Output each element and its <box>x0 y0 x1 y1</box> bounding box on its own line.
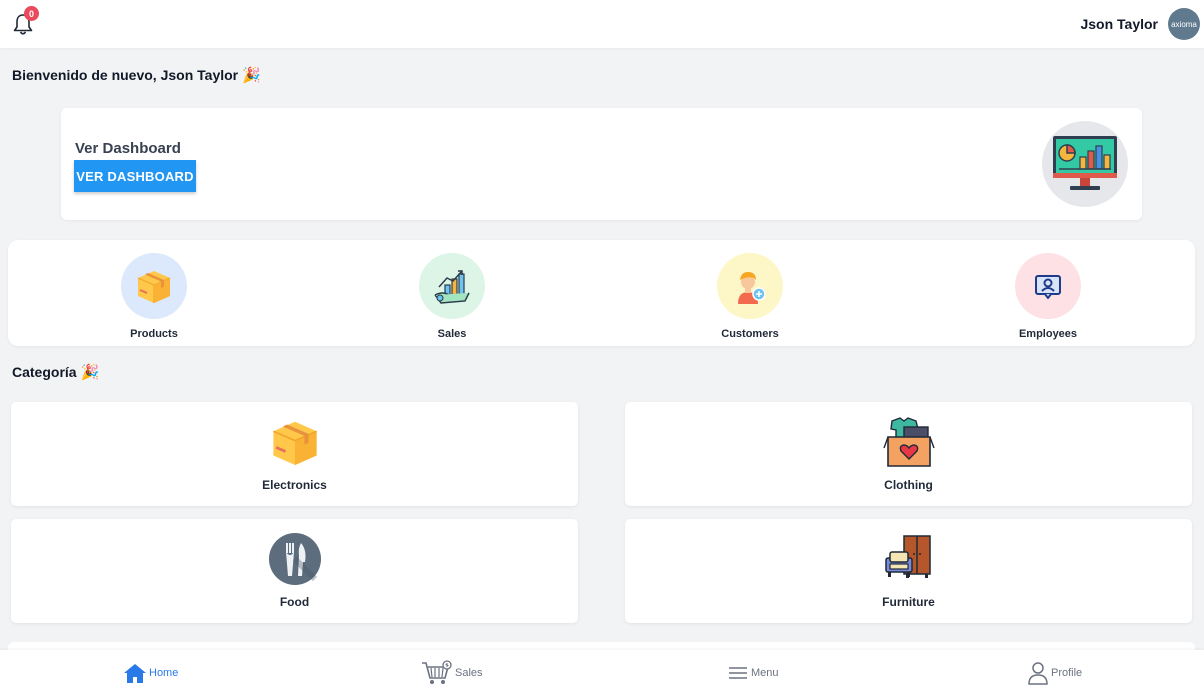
quick-link-label: Products <box>130 328 178 340</box>
category-icon <box>267 414 323 470</box>
quick-link-employees-bg <box>1015 253 1081 319</box>
sales-growth-icon <box>434 270 470 304</box>
quick-link-products[interactable]: Products <box>94 253 214 340</box>
category-card-furniture[interactable]: Furniture <box>625 519 1192 623</box>
monitor-chart-icon <box>1053 136 1117 190</box>
nav-profile[interactable]: Profile <box>1027 660 1082 686</box>
quick-link-sales-bg <box>419 253 485 319</box>
party-icon: 🎉 <box>242 67 261 84</box>
quick-link-sales[interactable]: Sales <box>392 253 512 340</box>
nav-label: Menu <box>751 667 779 679</box>
categories-heading: Categoría 🎉 <box>12 363 99 381</box>
dashboard-illustration <box>1042 121 1128 207</box>
dashboard-card: Ver Dashboard VER DASHBOARD <box>61 108 1142 220</box>
user-icon <box>1028 662 1048 685</box>
quick-link-label: Customers <box>721 328 779 340</box>
party-icon: 🎉 <box>80 364 100 381</box>
notification-badge: 0 <box>24 6 39 21</box>
quick-link-customers-bg <box>717 253 783 319</box>
quick-link-employees[interactable]: Employees <box>988 253 1108 340</box>
notifications-button[interactable]: 0 <box>12 6 39 36</box>
dashboard-title: Ver Dashboard <box>75 140 181 157</box>
quick-link-label: Employees <box>1018 328 1078 340</box>
category-icon <box>881 414 937 470</box>
quick-link-label: Sales <box>437 328 467 340</box>
box-icon <box>137 271 171 303</box>
nav-menu[interactable]: Menu <box>727 660 779 686</box>
box-icon <box>272 421 317 465</box>
view-dashboard-button[interactable]: VER DASHBOARD <box>74 160 196 192</box>
quick-link-customers[interactable]: Customers <box>690 253 810 340</box>
nav-label: Profile <box>1051 667 1083 679</box>
furniture-icon <box>884 535 931 578</box>
welcome-heading: Bienvenido de nuevo, Json Taylor 🎉 <box>12 66 261 84</box>
category-card-food[interactable]: Food <box>11 519 578 623</box>
quick-link-products-bg <box>121 253 187 319</box>
categories-title: Categoría <box>12 364 77 380</box>
top-bar: 0 Json Taylor axioma <box>0 0 1204 48</box>
nav-sales[interactable]: Sales <box>421 660 483 686</box>
nav-label: Home <box>149 667 179 679</box>
menu-icon <box>729 667 747 679</box>
category-label: Electronics <box>262 478 327 492</box>
user-name: Json Taylor <box>1080 16 1158 32</box>
welcome-text: Bienvenido de nuevo, Json Taylor <box>12 67 239 83</box>
avatar[interactable]: axioma <box>1168 8 1200 40</box>
nav-home[interactable]: Home <box>123 660 178 686</box>
bottom-navigation: Home Sales Menu Profile <box>0 650 1204 695</box>
category-label: Clothing <box>884 478 933 492</box>
cart-icon <box>422 660 452 684</box>
clothing-box-icon <box>882 417 935 467</box>
category-icon <box>881 531 937 587</box>
customer-add-icon <box>738 272 766 304</box>
employee-badge-icon <box>1035 275 1061 299</box>
category-label: Food <box>279 595 310 609</box>
category-card-clothing[interactable]: Clothing <box>625 402 1192 506</box>
quick-links-card: Products Sales Customers Employees <box>8 240 1195 346</box>
category-card-electronics[interactable]: Electronics <box>11 402 578 506</box>
category-icon <box>267 531 323 587</box>
cutlery-icon <box>268 533 321 585</box>
home-icon <box>124 664 146 683</box>
avatar-label: axioma <box>1171 19 1197 29</box>
nav-label: Sales <box>455 667 483 679</box>
category-label: Furniture <box>882 595 935 609</box>
